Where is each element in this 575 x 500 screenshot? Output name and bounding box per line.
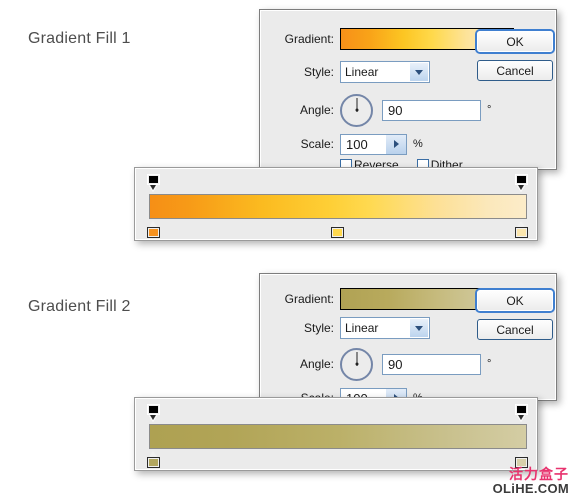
gradient-swatch-2[interactable]: [341, 289, 498, 309]
color-stop-2-1[interactable]: [331, 221, 344, 238]
chevron-down-icon: [415, 325, 423, 331]
gradient-ramp-2[interactable]: [149, 424, 527, 449]
opacity-stop-start-1[interactable]: [147, 174, 160, 191]
stop-fill: [517, 459, 526, 466]
angle-dial-2[interactable]: [340, 347, 373, 381]
gradient-fill-dialog-2[interactable]: Gradient: Style: Linear Angle: 90 ° Scal…: [259, 273, 557, 401]
color-stop-3-1[interactable]: [515, 221, 528, 238]
gradient-editor-panel-2[interactable]: [134, 397, 538, 471]
cancel-button-1[interactable]: Cancel: [477, 60, 553, 81]
style-row-1: Style: Linear: [271, 61, 430, 83]
opacity-stop-end-2[interactable]: [515, 404, 528, 421]
caret-right-icon: [393, 140, 399, 148]
stop-fill: [517, 229, 526, 236]
angle-unit-2: °: [487, 358, 492, 370]
canvas-label-gradient-fill-1: Gradient Fill 1: [28, 30, 131, 47]
stop-point-inner: [150, 415, 156, 420]
style-dropdown-button-2[interactable]: [410, 319, 428, 337]
color-stop-2-2[interactable]: [515, 451, 528, 468]
style-dropdown-button-1[interactable]: [410, 63, 428, 81]
style-row-2: Style: Linear: [271, 317, 430, 339]
style-select-2[interactable]: Linear: [340, 317, 430, 339]
stop-fill: [149, 229, 158, 236]
scale-stepper-1[interactable]: 100: [340, 133, 407, 155]
angle-hub-icon: [355, 108, 358, 112]
canvas-label-gradient-fill-2: Gradient Fill 2: [28, 298, 131, 315]
watermark: 活力盒子 OLiHE.COM: [492, 466, 569, 497]
stop-point-inner: [518, 415, 524, 420]
gradient-label-1: Gradient:: [284, 32, 334, 46]
gradient-swatch-1[interactable]: [341, 29, 498, 49]
stop-fill: [517, 176, 526, 183]
dialog-body-1: Gradient: Style: Linear Angle: 90 ° Scal…: [260, 10, 556, 169]
style-select-1[interactable]: Linear: [340, 61, 430, 83]
angle-label-1: Angle:: [299, 103, 334, 117]
style-label-2: Style:: [303, 321, 334, 335]
opacity-stop-start-2[interactable]: [147, 404, 160, 421]
angle-unit-1: °: [487, 104, 492, 116]
ok-button-2[interactable]: OK: [477, 290, 553, 311]
color-stop-1-1[interactable]: [147, 221, 160, 238]
gradient-label-2: Gradient:: [284, 292, 334, 306]
color-stop-1-2[interactable]: [147, 451, 160, 468]
angle-input-value-2: 90: [388, 356, 403, 372]
gradient-editor-body-2: [135, 398, 537, 470]
angle-input-1[interactable]: 90: [382, 99, 481, 121]
angle-row-1: Angle: 90 °: [271, 93, 491, 127]
scale-unit-1: %: [413, 138, 423, 150]
angle-row-2: Angle: 90 °: [271, 347, 491, 381]
angle-label-2: Angle:: [299, 357, 334, 371]
opacity-stop-end-1[interactable]: [515, 174, 528, 191]
gradient-fill-dialog-1[interactable]: Gradient: Style: Linear Angle: 90 ° Scal…: [259, 9, 557, 170]
scale-label-1: Scale:: [300, 137, 334, 151]
gradient-editor-panel-1[interactable]: [134, 167, 538, 241]
angle-input-value-1: 90: [388, 102, 403, 118]
stop-fill: [149, 406, 158, 413]
stop-fill: [333, 229, 342, 236]
gradient-editor-body-1: [135, 168, 537, 240]
stop-fill: [149, 459, 158, 466]
stop-fill: [517, 406, 526, 413]
ok-button-1[interactable]: OK: [477, 31, 553, 52]
dialog-body-2: Gradient: Style: Linear Angle: 90 ° Scal…: [260, 274, 556, 400]
stop-point-inner: [150, 185, 156, 190]
angle-input-2[interactable]: 90: [382, 353, 481, 375]
scale-spin-button-1[interactable]: [386, 134, 406, 154]
scale-row-1: Scale: 100 %: [271, 133, 423, 155]
angle-hub-icon: [355, 362, 358, 366]
stop-point-inner: [518, 185, 524, 190]
cancel-button-2[interactable]: Cancel: [477, 319, 553, 340]
chevron-down-icon: [415, 69, 423, 75]
style-label-1: Style:: [303, 65, 334, 79]
scale-input-value-1[interactable]: 100: [341, 135, 386, 154]
watermark-en-text: OLiHE.COM: [492, 481, 569, 497]
watermark-cn-text: 活力盒子: [509, 466, 569, 483]
gradient-ramp-1[interactable]: [149, 194, 527, 219]
style-selected-value-2: Linear: [345, 321, 379, 335]
angle-dial-1[interactable]: [340, 93, 373, 127]
stop-fill: [149, 176, 158, 183]
style-selected-value-1: Linear: [345, 65, 379, 79]
